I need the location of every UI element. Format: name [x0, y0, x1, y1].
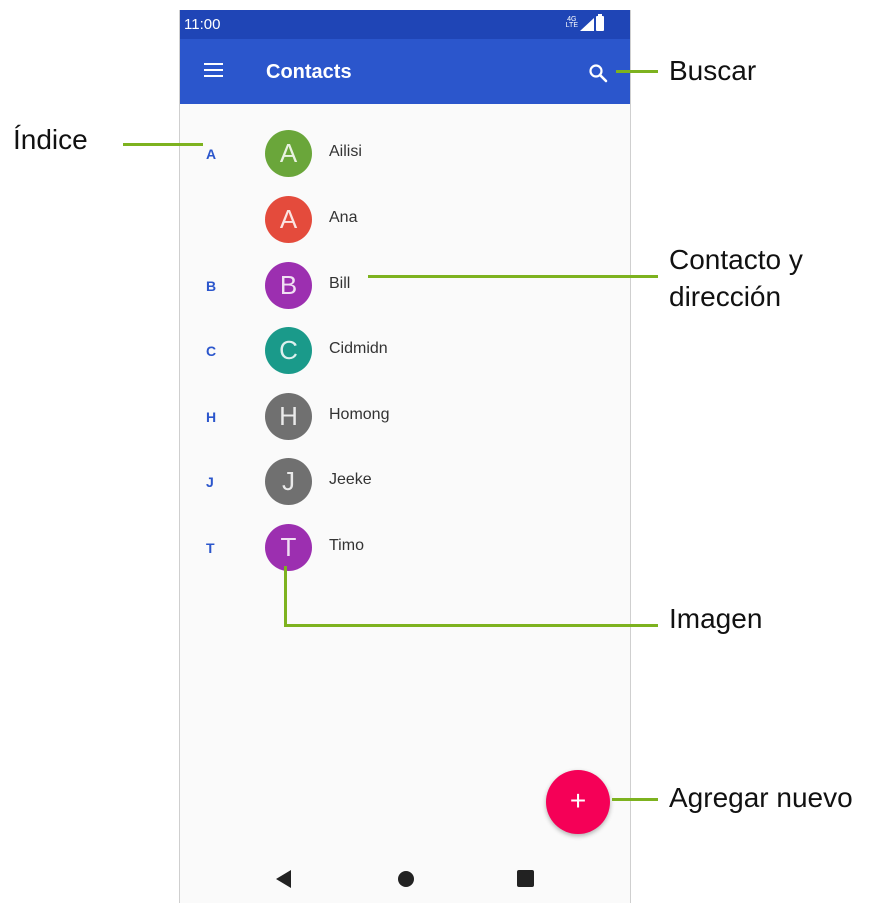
contact-row[interactable]: H H Homong — [180, 386, 630, 446]
signal-icon — [580, 18, 594, 31]
callout-add-new: Agregar nuevo — [669, 782, 853, 813]
index-letter: H — [206, 409, 217, 425]
index-letter: T — [206, 540, 215, 556]
callout-image-line-vertical — [284, 566, 287, 627]
avatar[interactable]: A — [265, 196, 312, 243]
contact-row[interactable]: C C Cidmidn — [180, 320, 630, 380]
callout-image: Imagen — [669, 603, 763, 634]
avatar[interactable]: T — [265, 524, 312, 571]
recent-apps-icon[interactable] — [517, 870, 534, 887]
index-letter: A — [206, 146, 217, 162]
contact-row[interactable]: T T Timo — [180, 517, 630, 577]
callout-search: Buscar — [669, 55, 757, 86]
search-icon[interactable] — [588, 63, 608, 83]
contact-name: Homong — [329, 406, 390, 423]
app-title: Contacts — [266, 61, 352, 83]
avatar[interactable]: H — [265, 393, 312, 440]
callout-index: Índice — [13, 124, 88, 155]
navigation-bar — [180, 855, 630, 903]
callout-index-line — [123, 143, 203, 146]
index-letter: J — [206, 474, 214, 490]
status-bar: 11:00 4G LTE — [180, 10, 630, 39]
phone-screen: 11:00 4G LTE Contacts A A Ailisi A Ana B B Bill C… — [179, 10, 631, 903]
add-contact-button[interactable]: + — [546, 770, 610, 834]
callout-contact-line — [368, 275, 658, 278]
home-icon[interactable] — [398, 871, 414, 887]
back-icon[interactable] — [276, 870, 291, 888]
contact-name: Cidmidn — [329, 340, 388, 357]
callout-search-line — [616, 70, 658, 73]
callout-contact-line1: Contacto y — [669, 244, 803, 275]
app-bar: Contacts — [180, 39, 630, 104]
contact-row[interactable]: J J Jeeke — [180, 451, 630, 511]
network-type-label: 4G LTE — [565, 16, 578, 29]
avatar[interactable]: A — [265, 130, 312, 177]
status-time: 11:00 — [184, 16, 221, 33]
avatar[interactable]: J — [265, 458, 312, 505]
contact-name: Jeeke — [329, 471, 372, 488]
contact-name: Ana — [329, 209, 358, 226]
contact-row[interactable]: B B Bill — [180, 255, 630, 315]
avatar[interactable]: C — [265, 327, 312, 374]
contact-row[interactable]: A A Ailisi — [180, 123, 630, 183]
index-letter: C — [206, 343, 217, 359]
contact-name: Timo — [329, 537, 364, 554]
contact-name: Bill — [329, 275, 351, 292]
avatar[interactable]: B — [265, 262, 312, 309]
callout-contact-line2: dirección — [669, 281, 782, 312]
index-letter: B — [206, 278, 217, 294]
contact-name: Ailisi — [329, 143, 362, 160]
callout-add-new-line — [612, 798, 658, 801]
menu-icon[interactable] — [204, 63, 224, 79]
callout-image-line-horizontal — [284, 624, 658, 627]
battery-icon — [596, 14, 604, 31]
contact-row[interactable]: A Ana — [180, 189, 630, 249]
